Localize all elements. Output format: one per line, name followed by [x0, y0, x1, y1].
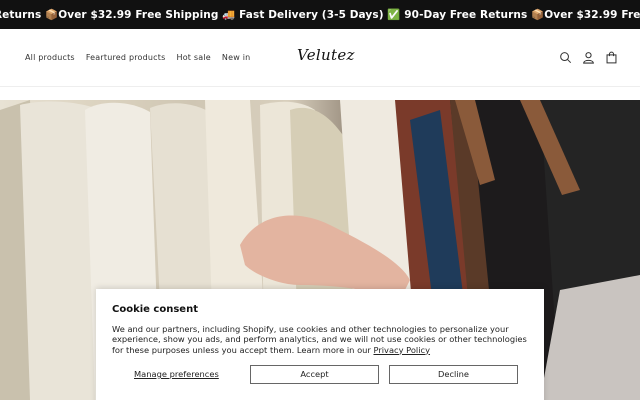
announcement-text: Returns 📦Over $32.99 Free Shipping 🚚 Fas… [0, 9, 640, 21]
nav-hot-sale[interactable]: Hot sale [177, 53, 211, 62]
privacy-policy-link[interactable]: Privacy Policy [373, 345, 430, 355]
accept-button[interactable]: Accept [250, 365, 379, 384]
cookie-body-text: We and our partners, including Shopify, … [112, 324, 527, 355]
account-icon[interactable] [582, 51, 595, 64]
nav-new-in[interactable]: New in [222, 53, 251, 62]
nav-featured-products[interactable]: Feartured products [86, 53, 166, 62]
cookie-title: Cookie consent [112, 304, 198, 315]
cookie-actions: Manage preferences Accept Decline [112, 365, 534, 384]
announcement-bar: Returns 📦Over $32.99 Free Shipping 🚚 Fas… [0, 0, 640, 29]
site-header: All products Feartured products Hot sale… [0, 29, 640, 87]
site-logo[interactable]: Velutez [297, 46, 355, 64]
main-nav: All products Feartured products Hot sale… [25, 53, 250, 62]
cart-icon[interactable] [605, 51, 618, 64]
nav-all-products[interactable]: All products [25, 53, 75, 62]
header-icons [559, 51, 618, 64]
cookie-body: We and our partners, including Shopify, … [112, 324, 532, 355]
decline-button[interactable]: Decline [389, 365, 518, 384]
cookie-consent-dialog: Cookie consent We and our partners, incl… [96, 289, 544, 400]
search-icon[interactable] [559, 51, 572, 64]
manage-preferences-link[interactable]: Manage preferences [134, 369, 219, 379]
